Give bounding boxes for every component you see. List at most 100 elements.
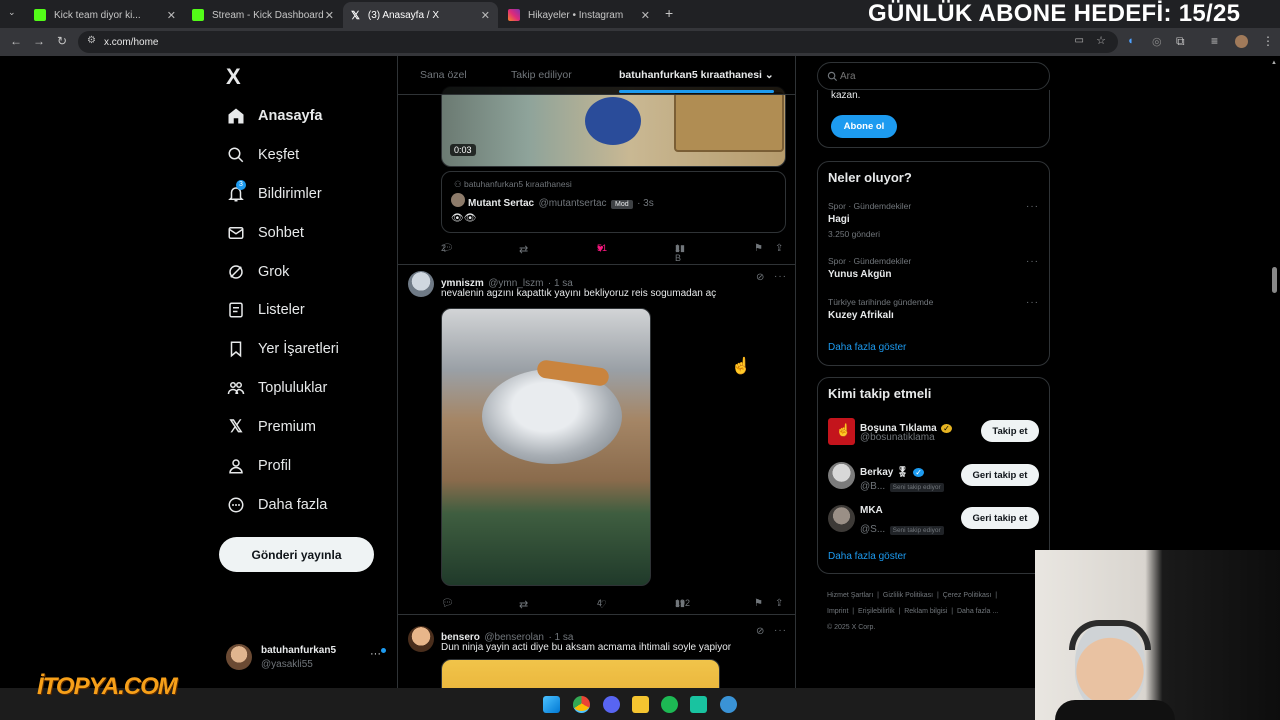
show-more-follow-link[interactable]: Daha fazla göster bbox=[828, 551, 906, 562]
avatar[interactable] bbox=[408, 626, 434, 652]
discord-icon[interactable] bbox=[603, 696, 620, 713]
footer-links: Hizmet Şartları | Gizlilik Politikası | … bbox=[827, 588, 1042, 636]
trend-item[interactable]: Spor · Gündemdekiler Hagi 3.250 gönderi … bbox=[828, 201, 1040, 243]
x-logo-icon[interactable]: X bbox=[226, 64, 241, 90]
tweet-video[interactable]: 0:03 bbox=[441, 86, 786, 167]
bell-icon: 3 bbox=[226, 180, 246, 204]
quote-tweet[interactable]: ⚇ batuhanfurkan5 kıraathanesi Mutant Ser… bbox=[441, 171, 786, 233]
close-icon[interactable]: ✕ bbox=[481, 9, 490, 22]
subscribe-button[interactable]: Abone ol bbox=[831, 115, 897, 138]
nav-item-premium[interactable]: 𝕏 Premium bbox=[226, 412, 316, 442]
browser-tab-kick-team[interactable]: Kick team diyor ki... ✕ bbox=[26, 2, 184, 28]
timeline-tabs: Sana özel Takip ediliyor batuhanfurkan5 … bbox=[398, 56, 795, 95]
more-dots-icon[interactable]: ··· bbox=[774, 271, 787, 282]
spotify-icon[interactable] bbox=[661, 696, 678, 713]
more-dots-icon[interactable]: ··· bbox=[1026, 256, 1039, 267]
trend-name: Kuzey Afrikalı bbox=[828, 310, 894, 321]
follow-back-button[interactable]: Geri takip et bbox=[961, 507, 1039, 529]
follow-suggestion[interactable]: Berkay 🎖 ✓ @B... Seni takip ediyor Geri … bbox=[828, 460, 1041, 492]
site-info-icon[interactable]: ⚙ bbox=[87, 35, 96, 46]
post-button[interactable]: Gönderi yayınla bbox=[219, 537, 374, 572]
trend-item[interactable]: Türkiye tarihinde gündemde Kuzey Afrikal… bbox=[828, 297, 1040, 327]
tab-search-chevron-icon[interactable]: ⌄ bbox=[8, 7, 16, 18]
nav-item-bookmarks[interactable]: Yer İşaretleri bbox=[226, 334, 339, 364]
more-dots-icon[interactable]: ··· bbox=[1026, 201, 1039, 212]
footer-link-privacy[interactable]: Gizlilik Politikası bbox=[883, 592, 933, 599]
app-icon[interactable] bbox=[720, 696, 737, 713]
menu-kebab-icon[interactable]: ⋮ bbox=[1262, 34, 1274, 48]
account-switcher[interactable]: batuhanfurkan5 @yasakli55 ··· bbox=[226, 642, 386, 674]
nav-item-profile[interactable]: Profil bbox=[226, 451, 291, 481]
windows-start-icon[interactable] bbox=[543, 696, 560, 713]
chevron-down-icon: ⌄ bbox=[764, 69, 774, 81]
extension-icon[interactable]: ◎ bbox=[1152, 35, 1162, 48]
more-dots-icon[interactable]: ··· bbox=[370, 648, 381, 660]
nav-item-more[interactable]: Daha fazla bbox=[226, 490, 327, 520]
close-icon[interactable]: ✕ bbox=[641, 9, 650, 22]
avatar bbox=[451, 193, 465, 207]
forward-icon[interactable]: → bbox=[33, 34, 45, 48]
cursor-hand-icon: ☝ bbox=[731, 358, 751, 375]
follow-suggestion[interactable]: ☝ Boşuna Tıklama ✓ @bosunatiklama Takip … bbox=[828, 416, 1041, 446]
tab-community[interactable]: batuhanfurkan5 kıraathanesi ⌄ bbox=[619, 69, 774, 81]
back-icon[interactable]: ← bbox=[10, 34, 22, 48]
browser-tab-instagram[interactable]: Hikayeler • Instagram ✕ bbox=[500, 2, 658, 28]
tab-label: Kick team diyor ki... bbox=[54, 9, 141, 21]
reading-list-icon[interactable]: ≡ bbox=[1211, 34, 1218, 48]
verified-gold-icon: ✓ bbox=[941, 424, 952, 433]
close-icon[interactable]: ✕ bbox=[167, 9, 176, 22]
footer-link-imprint[interactable]: Imprint bbox=[827, 608, 848, 615]
nav-item-messages[interactable]: Sohbet bbox=[226, 218, 304, 248]
footer-link-cookies[interactable]: Çerez Politikası bbox=[943, 592, 992, 599]
nav-label: Keşfet bbox=[258, 147, 300, 163]
close-icon[interactable]: ✕ bbox=[325, 9, 334, 22]
unread-dot bbox=[381, 648, 386, 653]
timeline[interactable]: Sana özel Takip ediliyor batuhanfurkan5 … bbox=[397, 56, 796, 720]
new-tab-icon[interactable]: + bbox=[665, 5, 673, 21]
reload-icon[interactable]: ↻ bbox=[57, 34, 67, 48]
follow-back-button[interactable]: Geri takip et bbox=[961, 464, 1039, 486]
footer-link-ads-info[interactable]: Reklam bilgisi bbox=[904, 608, 947, 615]
tweet-image[interactable] bbox=[441, 308, 651, 586]
search-bar[interactable] bbox=[817, 62, 1050, 90]
nav-item-notifications[interactable]: 3 Bildirimler bbox=[226, 179, 322, 209]
file-explorer-icon[interactable] bbox=[632, 696, 649, 713]
avatar[interactable] bbox=[408, 271, 434, 297]
tweet[interactable]: ymniszm @ymn_lszm · 1 sa ⊘ ··· nevalenin… bbox=[398, 265, 795, 615]
search-input[interactable] bbox=[840, 67, 1040, 85]
tab-following[interactable]: Takip ediliyor bbox=[511, 69, 572, 81]
suggestion-handle: @B... bbox=[860, 481, 886, 492]
nav-item-home[interactable]: Anasayfa bbox=[226, 101, 322, 131]
app-icon[interactable] bbox=[690, 696, 707, 713]
browser-tab-kick-dashboard[interactable]: Stream - Kick Dashboard ✕ bbox=[184, 2, 342, 28]
nav-item-grok[interactable]: Grok bbox=[226, 257, 289, 287]
more-dots-icon[interactable]: ··· bbox=[774, 625, 787, 636]
grok-icon[interactable]: ⊘ bbox=[756, 626, 764, 637]
nav-item-explore[interactable]: Keşfet bbox=[226, 140, 299, 170]
puzzle-icon[interactable]: ⧉ bbox=[1176, 34, 1185, 49]
trend-item[interactable]: Spor · Gündemdekiler Yunus Akgün ··· bbox=[828, 256, 1040, 286]
footer-link-more[interactable]: Daha fazla ... bbox=[957, 608, 998, 615]
show-more-trends-link[interactable]: Daha fazla göster bbox=[828, 342, 906, 353]
avatar bbox=[828, 505, 855, 532]
footer-link-accessibility[interactable]: Erişilebilirlik bbox=[858, 608, 895, 615]
more-dots-icon[interactable]: ··· bbox=[1026, 297, 1039, 308]
follow-button[interactable]: Takip et bbox=[981, 420, 1039, 442]
browser-tab-x-home[interactable]: 𝕏 (3) Anasayfa / X ✕ bbox=[343, 2, 498, 28]
tab-for-you[interactable]: Sana özel bbox=[420, 69, 467, 81]
address-bar[interactable]: ⚙ x.com/home ▭ ☆ bbox=[78, 31, 1118, 53]
bookmark-star-icon[interactable]: ☆ bbox=[1096, 34, 1106, 47]
nav-item-lists[interactable]: Listeler bbox=[226, 295, 305, 325]
install-app-icon[interactable]: ▭ bbox=[1075, 35, 1084, 46]
extension-icon[interactable]: ◖ bbox=[1127, 35, 1134, 47]
grok-icon[interactable]: ⊘ bbox=[756, 272, 764, 283]
chrome-icon[interactable] bbox=[573, 696, 590, 713]
mail-icon bbox=[226, 223, 246, 243]
scroll-up-arrow-icon[interactable]: ▲ bbox=[1271, 60, 1277, 66]
footer-link-terms[interactable]: Hizmet Şartları bbox=[827, 592, 873, 599]
tab-label: Hikayeler • Instagram bbox=[528, 9, 624, 21]
scrollbar-thumb[interactable] bbox=[1272, 267, 1277, 293]
nav-item-communities[interactable]: Topluluklar bbox=[226, 373, 327, 403]
follow-suggestion[interactable]: MKA @S... Seni takip ediyor Geri takip e… bbox=[828, 503, 1041, 535]
profile-avatar-icon[interactable] bbox=[1235, 35, 1248, 48]
